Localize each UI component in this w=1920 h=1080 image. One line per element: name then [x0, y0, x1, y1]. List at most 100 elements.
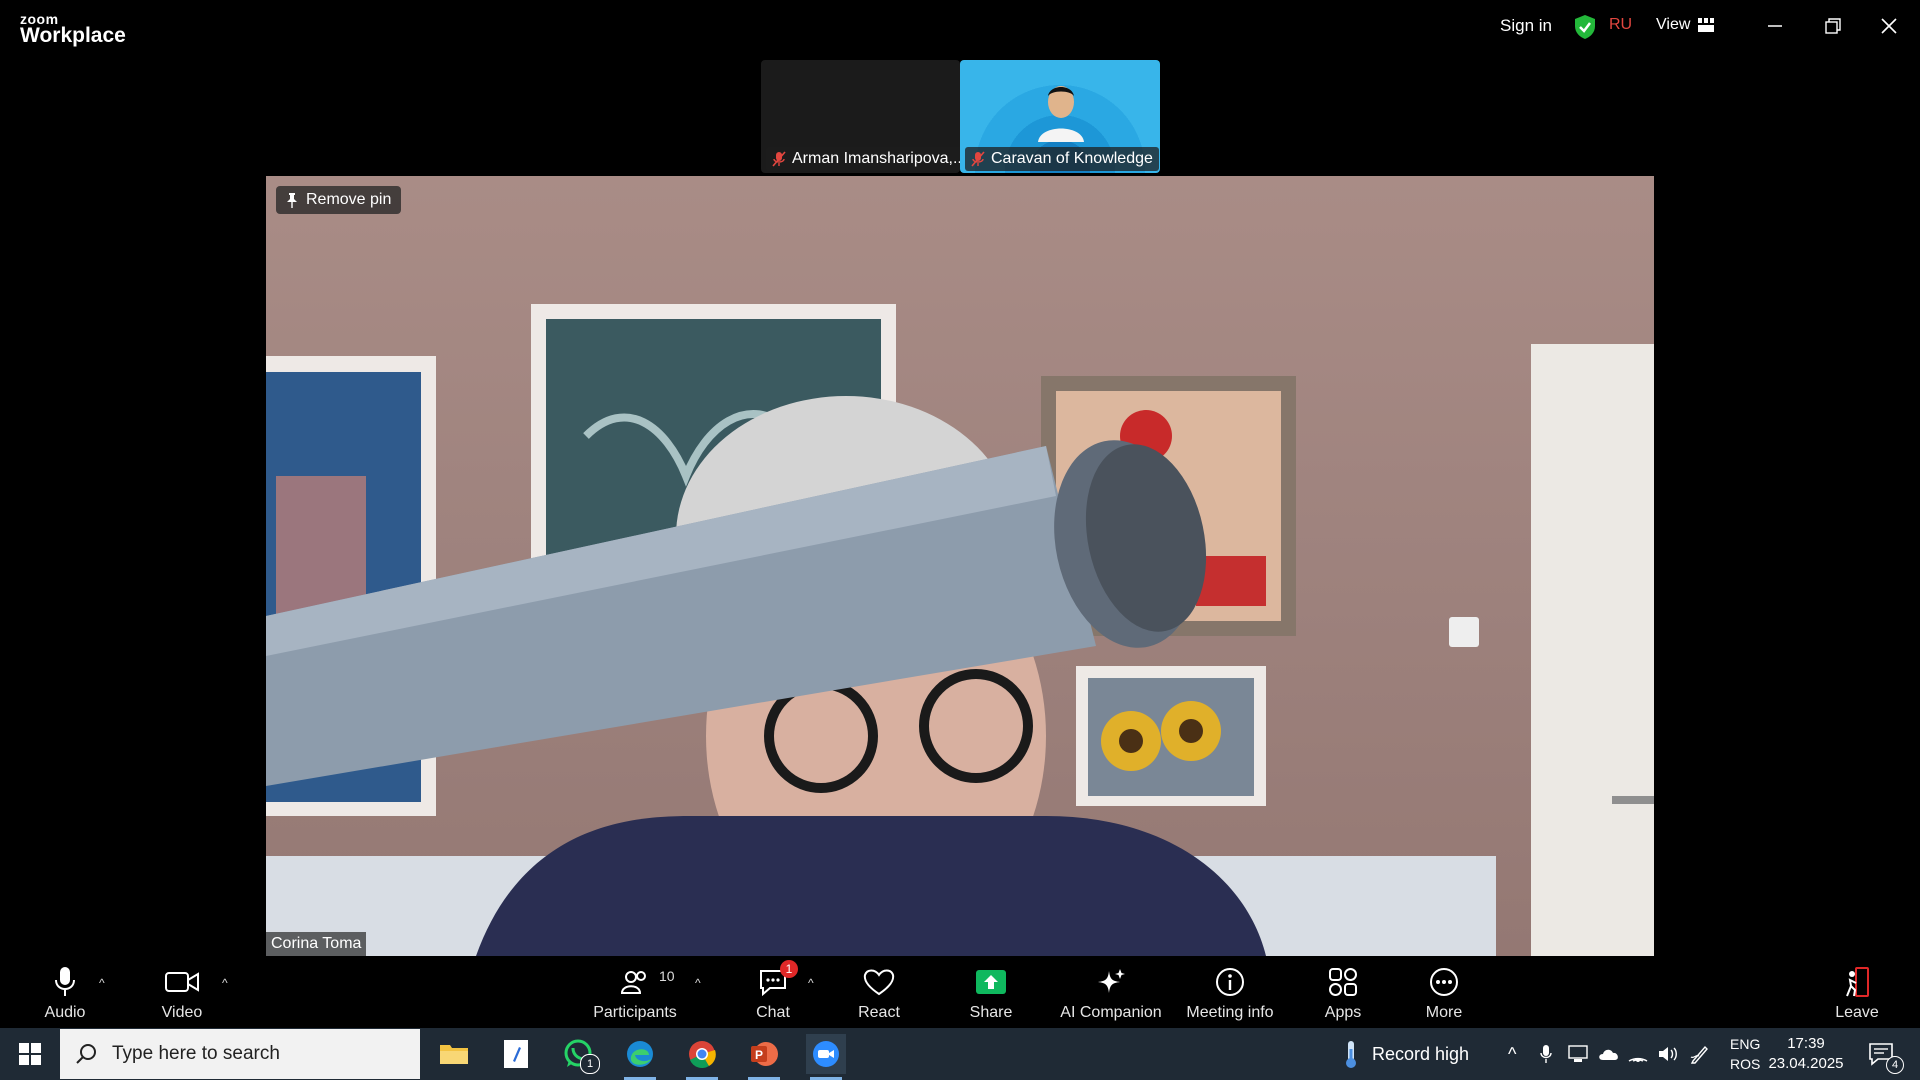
weather-widget[interactable]: Record high	[1344, 1028, 1469, 1080]
more-options-icon	[1430, 968, 1458, 996]
restore-icon	[1825, 18, 1841, 34]
thumbnail-name-tag: Caravan of Knowledge	[965, 147, 1159, 171]
chat-button[interactable]: 1 Chat	[718, 960, 828, 1022]
heart-icon	[863, 969, 895, 996]
thumbnail-name-tag: Arman Imansharipova,...	[766, 147, 960, 171]
ai-companion-label: AI Companion	[1060, 1004, 1162, 1021]
region-label: RU	[1609, 16, 1633, 33]
notification-count: 4	[1886, 1056, 1904, 1074]
apps-button[interactable]: Apps	[1288, 962, 1398, 1022]
leave-button[interactable]: Leave	[1802, 962, 1912, 1022]
security-shield-icon[interactable]	[1573, 14, 1597, 45]
taskbar-whatsapp[interactable]: 1	[558, 1034, 600, 1074]
meeting-toolbar: Audio ^ Video ^ 10 Participants ^ 1 Chat…	[0, 956, 1920, 1028]
taskbar-zoom[interactable]	[806, 1034, 846, 1080]
remove-pin-button[interactable]: Remove pin	[276, 186, 402, 214]
participants-button[interactable]: 10 Participants	[580, 962, 690, 1022]
video-options-chevron-icon[interactable]: ^	[222, 976, 228, 990]
clock-date: 23.04.2025	[1768, 1055, 1844, 1072]
thumbnail-name: Arman Imansharipova,...	[792, 150, 960, 167]
participants-options-chevron-icon[interactable]: ^	[695, 976, 701, 990]
clock-time: 17:39	[1787, 1035, 1825, 1052]
taskbar-edge[interactable]	[620, 1034, 660, 1080]
onedrive-cloud-icon[interactable]	[1598, 1028, 1620, 1080]
video-camera-icon	[165, 972, 199, 992]
svg-text:P: P	[755, 1048, 763, 1062]
apps-label: Apps	[1324, 1004, 1362, 1021]
video-label: Video	[161, 1004, 203, 1021]
chat-unread-badge: 1	[780, 960, 798, 978]
participant-thumbnail[interactable]: Arman Imansharipova,...	[761, 60, 960, 173]
microphone-tray-icon[interactable]	[1540, 1028, 1552, 1080]
restore-button[interactable]	[1818, 14, 1848, 38]
participant-thumbnail-video[interactable]: Caravan of Knowledge	[960, 60, 1160, 173]
pin-icon	[287, 193, 297, 208]
remove-pin-label: Remove pin	[306, 191, 392, 208]
more-button[interactable]: More	[1389, 962, 1499, 1022]
pen-tray-icon[interactable]	[1690, 1028, 1710, 1080]
share-screen-icon	[976, 970, 1006, 994]
document-app-icon	[504, 1040, 528, 1068]
windows-logo-icon	[19, 1043, 41, 1065]
participants-count: 10	[659, 968, 675, 984]
title-bar: zoom Workplace Sign in RU View	[0, 0, 1920, 56]
edge-browser-icon	[627, 1041, 653, 1067]
taskbar-chrome[interactable]	[682, 1034, 722, 1080]
participants-label: Participants	[593, 1004, 677, 1021]
close-button[interactable]	[1874, 14, 1904, 38]
main-video-feed[interactable]: Remove pin Corina Toma	[266, 176, 1654, 956]
audio-options-chevron-icon[interactable]: ^	[99, 976, 105, 990]
meeting-info-button[interactable]: Meeting info	[1175, 962, 1285, 1022]
leave-label: Leave	[1835, 1004, 1879, 1021]
audio-label: Audio	[44, 1004, 86, 1021]
share-label: Share	[969, 1004, 1013, 1021]
participant-name-tag: Corina Toma	[266, 932, 367, 956]
share-button[interactable]: Share	[936, 962, 1046, 1022]
ai-companion-button[interactable]: AI Companion	[1056, 962, 1166, 1022]
sparkle-icon	[1098, 969, 1125, 993]
participants-icon	[621, 971, 646, 994]
apps-icon	[1329, 968, 1357, 996]
tray-chevron-icon[interactable]: ^	[1508, 1028, 1516, 1080]
taskbar-search-box[interactable]: Type here to search	[60, 1029, 420, 1079]
chat-options-chevron-icon[interactable]: ^	[808, 976, 814, 990]
video-button[interactable]: Video	[127, 962, 237, 1022]
search-placeholder: Type here to search	[112, 1043, 280, 1064]
view-button[interactable]: View	[1656, 16, 1715, 34]
notifications-button[interactable]: 4	[1868, 1028, 1904, 1080]
keyboard-layout: ROS	[1730, 1056, 1761, 1072]
taskbar-app-document[interactable]	[496, 1034, 536, 1074]
language-code: ENG	[1730, 1036, 1761, 1052]
thumbnail-name: Caravan of Knowledge	[991, 150, 1153, 167]
minimize-icon	[1768, 25, 1782, 27]
thermometer-icon	[1346, 1041, 1356, 1068]
weather-text: Record high	[1372, 1043, 1470, 1064]
chrome-browser-icon	[689, 1041, 716, 1069]
react-button[interactable]: React	[824, 962, 934, 1022]
taskbar-file-explorer[interactable]	[434, 1034, 474, 1074]
powerpoint-icon: P	[751, 1042, 778, 1066]
leave-icon	[1846, 967, 1869, 997]
folder-icon	[440, 1045, 468, 1064]
clock[interactable]: 17:39 23.04.2025	[1762, 1034, 1850, 1074]
close-icon	[1881, 18, 1897, 34]
muted-mic-icon	[772, 151, 786, 167]
start-button[interactable]	[10, 1034, 50, 1074]
taskbar-powerpoint[interactable]: P	[744, 1034, 784, 1080]
muted-mic-icon	[971, 151, 985, 167]
chat-label: Chat	[756, 1004, 790, 1021]
wifi-tray-icon[interactable]	[1628, 1028, 1648, 1080]
language-indicator[interactable]: ENG ROS	[1730, 1034, 1760, 1074]
grid-icon	[1698, 18, 1715, 32]
video-frame	[266, 304, 1654, 956]
sign-in-button[interactable]: Sign in	[1500, 16, 1552, 36]
audio-button[interactable]: Audio	[10, 962, 120, 1022]
info-icon	[1216, 968, 1244, 996]
minimize-button[interactable]	[1760, 14, 1790, 38]
participant-video-figure	[1038, 86, 1084, 142]
network-tray-icon[interactable]	[1568, 1028, 1588, 1080]
meeting-info-label: Meeting info	[1186, 1004, 1274, 1021]
view-label: View	[1656, 16, 1691, 33]
whatsapp-badge: 1	[580, 1054, 600, 1074]
volume-tray-icon[interactable]	[1658, 1028, 1678, 1080]
